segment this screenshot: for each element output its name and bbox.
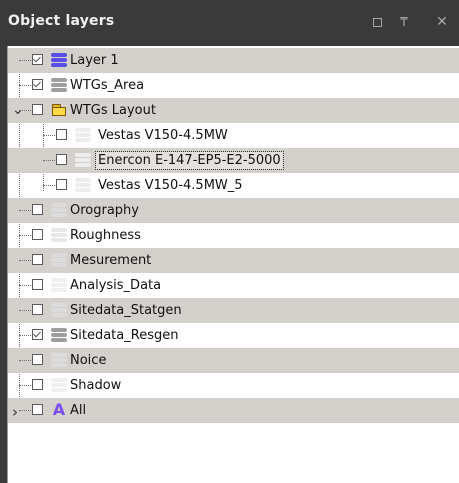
layer-tree: Layer 1 WTGs_Area ⌄ WTGs Layout Vestas V150-… — [7, 46, 459, 483]
layer-row[interactable]: Enercon E-147-EP5-E2-5000 — [8, 148, 459, 173]
panel-title: Object layers — [8, 13, 115, 29]
layer-visibility-checkbox[interactable] — [32, 404, 43, 415]
layers-white-icon — [51, 377, 67, 393]
layer-row[interactable]: WTGs_Area — [8, 73, 459, 98]
layer-visibility-checkbox[interactable] — [56, 129, 67, 140]
layers-blue-icon — [51, 52, 67, 68]
layers-light-icon — [51, 302, 67, 318]
layers-gray-icon — [51, 77, 67, 93]
close-button[interactable]: ✕ — [432, 12, 452, 32]
layers-white-icon — [51, 277, 67, 293]
layer-visibility-checkbox[interactable] — [32, 279, 43, 290]
tree-connector-branch — [19, 360, 31, 361]
layer-row[interactable]: Mesurement — [8, 248, 459, 273]
tree-connector-branch — [19, 60, 31, 61]
layer-visibility-checkbox[interactable] — [32, 379, 43, 390]
chevron-down-icon[interactable]: ⌄ — [12, 102, 24, 118]
tree-connector-branch — [43, 160, 55, 161]
layer-visibility-checkbox[interactable] — [32, 354, 43, 365]
panel-titlebar: Object layers ₸ ✕ — [0, 0, 459, 44]
layer-row[interactable]: Analysis_Data — [8, 273, 459, 298]
layer-label: Shadow — [70, 378, 122, 393]
layer-label: Noice — [70, 353, 107, 368]
layer-row[interactable]: Roughness — [8, 223, 459, 248]
layer-row[interactable]: › A All — [8, 398, 459, 423]
layer-visibility-checkbox[interactable] — [32, 329, 43, 340]
layer-label: Orography — [70, 203, 139, 218]
layer-row[interactable]: Sitedata_Resgen — [8, 323, 459, 348]
tree-connector-branch — [19, 310, 31, 311]
layers-white-icon — [75, 127, 91, 143]
layer-label: All — [70, 403, 87, 418]
layer-visibility-checkbox[interactable] — [56, 179, 67, 190]
tree-connector-branch — [43, 135, 55, 136]
layer-label: Enercon E-147-EP5-E2-5000 — [95, 151, 284, 170]
layer-visibility-checkbox[interactable] — [32, 304, 43, 315]
layer-label: Analysis_Data — [70, 278, 162, 293]
layer-visibility-checkbox[interactable] — [32, 229, 43, 240]
layer-row[interactable]: ⌄ WTGs Layout — [8, 98, 459, 123]
layers-light-icon — [51, 202, 67, 218]
tree-connector-branch — [19, 85, 31, 86]
layer-visibility-checkbox[interactable] — [32, 104, 43, 115]
layer-visibility-checkbox[interactable] — [56, 154, 67, 165]
pin-button[interactable]: ₸ — [394, 12, 414, 32]
tree-connector-branch — [19, 410, 31, 411]
layer-row[interactable]: Orography — [8, 198, 459, 223]
layer-label: Vestas V150-4.5MW_5 — [98, 178, 243, 193]
layer-visibility-checkbox[interactable] — [32, 79, 43, 90]
layer-label: Vestas V150-4.5MW — [98, 128, 228, 143]
tree-connector-branch — [19, 285, 31, 286]
layers-light-icon — [51, 252, 67, 268]
layer-label: Sitedata_Resgen — [70, 328, 179, 343]
layer-visibility-checkbox[interactable] — [32, 254, 43, 265]
restore-icon — [372, 18, 382, 27]
tree-connector-branch — [19, 210, 31, 211]
object-layers-panel: Object layers ₸ ✕ Layer 1 WTGs_Area ⌄ WTGs … — [0, 0, 459, 483]
layers-white-icon — [75, 177, 91, 193]
layer-row[interactable]: Layer 1 — [8, 48, 459, 73]
layer-label: WTGs Layout — [70, 103, 156, 118]
tree-connector-branch — [19, 260, 31, 261]
tree-connector-branch — [43, 185, 55, 186]
layer-row[interactable]: Vestas V150-4.5MW_5 — [8, 173, 459, 198]
chevron-right-icon[interactable]: › — [12, 403, 18, 421]
layer-row[interactable]: Shadow — [8, 373, 459, 398]
layer-label: Layer 1 — [70, 53, 119, 68]
tree-connector-branch — [19, 335, 31, 336]
layer-row[interactable]: Noice — [8, 348, 459, 373]
layer-visibility-checkbox[interactable] — [32, 204, 43, 215]
layer-label: Sitedata_Statgen — [70, 303, 182, 318]
layer-visibility-checkbox[interactable] — [32, 54, 43, 65]
layer-row[interactable]: Vestas V150-4.5MW — [8, 123, 459, 148]
layers-gray-icon — [51, 327, 67, 343]
layers-light-icon — [51, 352, 67, 368]
layer-row[interactable]: Sitedata_Statgen — [8, 298, 459, 323]
restore-button[interactable] — [367, 12, 387, 32]
layers-white-icon — [75, 152, 91, 168]
layer-label: Roughness — [70, 228, 141, 243]
all-layers-icon: A — [52, 400, 66, 419]
layer-label: WTGs_Area — [70, 78, 145, 93]
tree-connector-branch — [19, 385, 31, 386]
layers-light-icon — [51, 227, 67, 243]
folder-open-icon — [51, 102, 67, 118]
tree-connector-branch — [19, 235, 31, 236]
layer-label: Mesurement — [70, 253, 152, 268]
